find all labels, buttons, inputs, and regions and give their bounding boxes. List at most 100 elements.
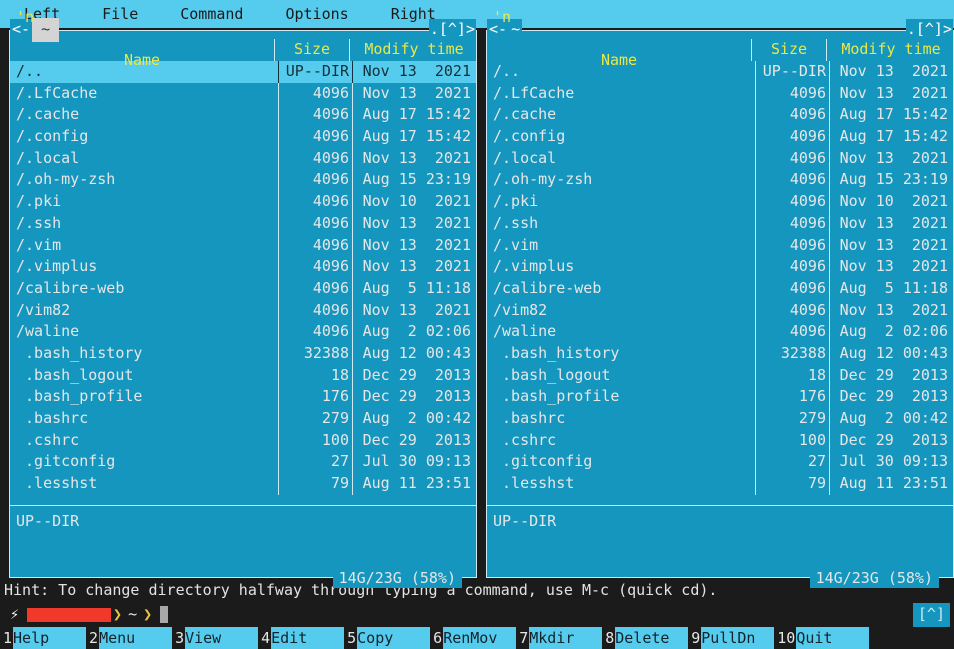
- file-row[interactable]: .bashrc 279 Aug 2 00:42: [10, 408, 476, 430]
- function-key-delete[interactable]: 8 Delete: [602, 627, 689, 649]
- file-row[interactable]: .bash_profile 176 Dec 29 2013: [487, 386, 953, 409]
- file-row[interactable]: /.vim 4096 Nov 13 2021: [487, 234, 953, 257]
- panel-right-mini-status: UP--DIR: [493, 512, 557, 530]
- file-name: .bash_profile: [16, 387, 143, 406]
- file-row[interactable]: /.oh-my-zsh 4096 Aug 15 23:19: [10, 169, 476, 192]
- file-name: /.vimplus: [16, 257, 98, 276]
- file-size: 79: [755, 473, 829, 495]
- file-row[interactable]: /.pki 4096 Nov 10 2021: [10, 191, 476, 213]
- file-row[interactable]: .bash_profile 176 Dec 29 2013: [10, 386, 476, 409]
- command-input-cursor[interactable]: [160, 606, 169, 623]
- file-row[interactable]: /.config 4096 Aug 17 15:42: [10, 126, 476, 148]
- file-modify-time: Jul 30 09:13: [829, 451, 953, 474]
- panel-left-col-size[interactable]: Size: [274, 39, 349, 61]
- file-name: /.vimplus: [493, 257, 575, 276]
- file-modify-time: Aug 12 00:43: [829, 342, 953, 365]
- function-key-edit[interactable]: 4 Edit: [258, 627, 345, 649]
- file-row[interactable]: .bash_history 32388 Aug 12 00:43: [487, 342, 953, 365]
- file-row[interactable]: .bash_logout 18 Dec 29 2013: [10, 364, 476, 387]
- file-row[interactable]: /.ssh 4096 Nov 13 2021: [10, 212, 476, 235]
- file-row[interactable]: .lesshst 79 Aug 11 23:51: [10, 473, 476, 495]
- panel-right-column-headers: 'n Name Size Modify time: [487, 8, 953, 69]
- function-key-view[interactable]: 3 View: [172, 627, 259, 649]
- function-key-help[interactable]: 1 Help: [0, 627, 87, 649]
- file-name: .gitconfig: [493, 452, 593, 471]
- file-modify-time: Aug 15 23:19: [829, 169, 953, 192]
- function-key-label: PullDn: [701, 627, 775, 649]
- file-row[interactable]: /.vimplus 4096 Nov 13 2021: [487, 256, 953, 278]
- panel-left-corner-button[interactable]: .[^]>: [428, 19, 476, 41]
- function-key-number: 3: [175, 629, 185, 647]
- file-row[interactable]: /.local 4096 Nov 13 2021: [10, 147, 476, 170]
- file-name: .bashrc: [16, 409, 89, 427]
- file-row[interactable]: .lesshst 79 Aug 11 23:51: [487, 473, 953, 495]
- panel-right-file-list[interactable]: /.. UP--DIR Nov 13 2021/.LfCache 4096 Nov 13…: [487, 61, 953, 505]
- file-modify-time: Nov 13 2021: [352, 82, 476, 105]
- panel-left-col-time[interactable]: Modify time: [349, 39, 476, 61]
- file-size: 4096: [755, 191, 829, 213]
- screen-corner-button[interactable]: [^]: [912, 603, 950, 627]
- file-row[interactable]: /vim82 4096 Nov 13 2021: [487, 299, 953, 322]
- file-name: .lesshst: [493, 474, 575, 493]
- function-key-pulldn[interactable]: 9 PullDn: [688, 627, 775, 649]
- file-modify-time: Dec 29 2013: [829, 386, 953, 409]
- file-row[interactable]: /.config 4096 Aug 17 15:42: [487, 126, 953, 148]
- file-name: /calibre-web: [16, 278, 125, 297]
- file-modify-time: Aug 2 02:06: [352, 321, 476, 343]
- function-key-number: 6: [433, 629, 443, 647]
- menu-item-options[interactable]: Options: [275, 0, 358, 28]
- file-size: 4096: [278, 169, 352, 192]
- file-modify-time: Nov 13 2021: [352, 234, 476, 257]
- file-row[interactable]: .bash_logout 18 Dec 29 2013: [487, 364, 953, 387]
- function-key-quit[interactable]: 10 Quit: [774, 627, 870, 649]
- panel-right-col-time[interactable]: Modify time: [826, 39, 953, 61]
- file-panel-left[interactable]: <- ~ .[^]> 'n Name Size Modify time /.. U…: [9, 8, 477, 588]
- file-row[interactable]: /.oh-my-zsh 4096 Aug 15 23:19: [487, 169, 953, 192]
- function-key-number: 10: [777, 629, 796, 647]
- file-modify-time: Aug 5 11:18: [829, 277, 953, 300]
- file-row[interactable]: .gitconfig 27 Jul 30 09:13: [10, 451, 476, 474]
- panel-right-col-name[interactable]: 'n Name: [487, 0, 751, 115]
- file-modify-time: Aug 11 23:51: [829, 473, 953, 495]
- function-key-label: Delete: [615, 627, 689, 649]
- file-name: .gitconfig: [16, 452, 116, 471]
- file-name: /.local: [16, 148, 80, 167]
- file-size: 4096: [278, 104, 352, 127]
- file-row[interactable]: /.vim 4096 Nov 13 2021: [10, 234, 476, 257]
- file-row[interactable]: /.local 4096 Nov 13 2021: [487, 147, 953, 170]
- file-size: 4096: [278, 212, 352, 235]
- panel-left-file-list[interactable]: /.. UP--DIR Nov 13 2021/.LfCache 4096 Nov 13…: [10, 61, 476, 505]
- file-row[interactable]: /calibre-web 4096 Aug 5 11:18: [10, 277, 476, 300]
- function-key-number: 7: [519, 629, 529, 647]
- file-row[interactable]: .cshrc 100 Dec 29 2013: [487, 429, 953, 452]
- file-row[interactable]: /waline 4096 Aug 2 02:06: [487, 321, 953, 343]
- command-prompt-line[interactable]: ⚡ ❯ ~ ❯ [^]: [0, 602, 954, 627]
- file-row[interactable]: .cshrc 100 Dec 29 2013: [10, 429, 476, 452]
- file-size: 4096: [755, 147, 829, 170]
- file-size: 4096: [278, 82, 352, 105]
- file-row[interactable]: /.vimplus 4096 Nov 13 2021: [10, 256, 476, 278]
- function-key-renmov[interactable]: 6 RenMov: [430, 627, 517, 649]
- file-row[interactable]: /.pki 4096 Nov 10 2021: [487, 191, 953, 213]
- file-row[interactable]: /vim82 4096 Nov 13 2021: [10, 299, 476, 322]
- file-modify-time: Aug 2 00:42: [352, 408, 476, 430]
- function-key-mkdir[interactable]: 7 Mkdir: [516, 627, 603, 649]
- file-size: 4096: [755, 277, 829, 300]
- file-size: 4096: [755, 299, 829, 322]
- panel-right-col-size[interactable]: Size: [751, 39, 826, 61]
- file-name: /.ssh: [493, 213, 539, 232]
- file-row[interactable]: .bashrc 279 Aug 2 00:42: [487, 408, 953, 430]
- panel-right-corner-button[interactable]: .[^]>: [905, 19, 953, 41]
- file-panel-right[interactable]: <- ~ .[^]> 'n Name Size Modify time /.. U…: [486, 8, 954, 588]
- file-modify-time: Aug 2 00:42: [829, 408, 953, 430]
- file-row[interactable]: .bash_history 32388 Aug 12 00:43: [10, 342, 476, 365]
- file-row[interactable]: .gitconfig 27 Jul 30 09:13: [487, 451, 953, 474]
- file-row[interactable]: /.ssh 4096 Nov 13 2021: [487, 212, 953, 235]
- function-key-copy[interactable]: 5 Copy: [344, 627, 431, 649]
- file-row[interactable]: /waline 4096 Aug 2 02:06: [10, 321, 476, 343]
- function-key-menu[interactable]: 2 Menu: [86, 627, 173, 649]
- file-row[interactable]: /calibre-web 4096 Aug 5 11:18: [487, 277, 953, 300]
- panel-left-col-name[interactable]: 'n Name: [10, 0, 274, 115]
- file-size: 176: [755, 386, 829, 409]
- file-size: 4096: [755, 104, 829, 127]
